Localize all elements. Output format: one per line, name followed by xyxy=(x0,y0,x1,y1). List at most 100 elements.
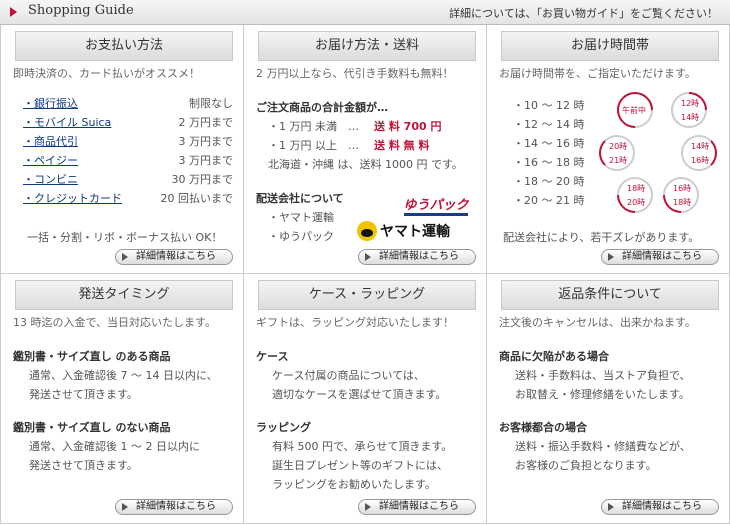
wrapping-b-line: 誕生日プレゼント等のギフトには、 xyxy=(272,459,448,472)
returns-panel: 返品条件について 注文後のキャンセルは、出来かねます。 商品に欠陥がある場合 送… xyxy=(487,274,729,523)
delivery-title: お届け方法・送料 xyxy=(258,31,476,61)
svg-text:ゆうパック: ゆうパック xyxy=(403,198,469,213)
more-info-button[interactable]: 詳細情報はこちら xyxy=(115,499,233,515)
more-info-label: 詳細情報はこちら xyxy=(622,251,702,262)
payment-limit: 制限なし xyxy=(189,97,233,110)
time-slot: ・18 ～ 20 時 xyxy=(513,175,585,188)
shipping-title: 発送タイミング xyxy=(15,280,233,310)
time-title: お届け時間帯 xyxy=(501,31,719,61)
wrapping-a-line: ケース付属の商品については、 xyxy=(272,369,425,382)
clock-icon: 18時 20時 xyxy=(609,169,661,221)
time-slot: ・16 ～ 18 時 xyxy=(513,156,585,169)
returns-a-line: 送料・手数料は、当ストア負担で、 xyxy=(515,369,691,382)
wrapping-b-line: 有料 500 円で、承らせて頂きます。 xyxy=(272,440,453,453)
payment-link-cod[interactable]: ・商品代引 xyxy=(23,135,78,148)
clock-icon: 20時 21時 xyxy=(599,135,635,171)
shipping-lead: 13 時迄の入金で、当日対応いたします。 xyxy=(13,316,216,329)
shipping-panel: 発送タイミング 13 時迄の入金で、当日対応いたします。 鑑別書・サイズ直し の… xyxy=(1,274,244,523)
time-slot: ・12 ～ 14 時 xyxy=(513,118,585,131)
header-bar: Shopping Guide 詳細については、「お買い物ガイド」をご覧ください！ xyxy=(0,0,730,25)
more-info-label: 詳細情報はこちら xyxy=(379,501,459,512)
carrier-item: ・ヤマト運輸 xyxy=(268,211,334,224)
payment-link-convenience[interactable]: ・コンビニ xyxy=(23,173,78,186)
wrapping-b-line: ラッピングをお勧めいたします。 xyxy=(272,478,436,491)
triangle-right-icon xyxy=(608,503,614,511)
time-slot: ・14 ～ 16 時 xyxy=(513,137,585,150)
list-item: ・商品代引 3 万円まで xyxy=(23,133,233,152)
more-info-label: 詳細情報はこちら xyxy=(136,251,216,262)
list-item: ・モバイル Suica 2 万円まで xyxy=(23,114,233,133)
shipping-b-line: 通常、入金確認後 1 ～ 2 日以内に xyxy=(29,440,200,453)
guide-grid: お支払い方法 即時決済の、カード払いがオススメ！ ・銀行振込 制限なし ・モバイル… xyxy=(0,25,730,524)
returns-a-title: 商品に欠陥がある場合 xyxy=(499,350,609,363)
payment-link-suica[interactable]: ・モバイル Suica xyxy=(23,116,111,129)
payment-list: ・銀行振込 制限なし ・モバイル Suica 2 万円まで ・商品代引 3 万円まで … xyxy=(23,95,233,209)
payment-link-bank[interactable]: ・銀行振込 xyxy=(23,97,78,110)
wrapping-b-title: ラッピング xyxy=(256,421,311,434)
header-note: 詳細については、「お買い物ガイド」をご覧ください！ xyxy=(449,7,718,20)
more-info-button[interactable]: 詳細情報はこちら xyxy=(358,499,476,515)
returns-b-line: お客様のご負担となります。 xyxy=(515,459,657,472)
more-info-label: 詳細情報はこちら xyxy=(136,501,216,512)
more-info-button[interactable]: 詳細情報はこちら xyxy=(601,499,719,515)
shipping-b-line: 発送させて頂きます。 xyxy=(29,459,138,472)
payment-lead: 即時決済の、カード払いがオススメ！ xyxy=(13,67,200,80)
delivery-time-panel: お届け時間帯 お届け時間帯を、ご指定いただけます。 ・10 ～ 12 時 ・12… xyxy=(487,25,729,274)
wrapping-a-line: 適切なケースを選ばせて頂きます。 xyxy=(272,388,447,401)
returns-lead: 注文後のキャンセルは、出来かねます。 xyxy=(499,316,696,329)
svg-text:ヤマト運輸: ヤマト運輸 xyxy=(380,223,451,240)
clock-icon: 16時 18時 xyxy=(655,169,707,221)
time-slot: ・20 ～ 21 時 xyxy=(513,194,585,207)
yamato-logo: ヤマト運輸 xyxy=(357,221,451,241)
shipping-b-title: 鑑別書・サイズ直し のない商品 xyxy=(13,421,171,434)
wrapping-a-title: ケース xyxy=(256,350,289,363)
payment-title: お支払い方法 xyxy=(15,31,233,61)
list-item: ・銀行振込 制限なし xyxy=(23,95,233,114)
delivery-row2-value: 送 料 無 料 xyxy=(374,139,430,152)
clock-icon: 午前中 xyxy=(609,84,661,136)
header-title: Shopping Guide xyxy=(28,3,134,18)
triangle-right-icon xyxy=(122,253,128,261)
clock-icon: 14時 16時 xyxy=(681,135,717,171)
triangle-right-icon xyxy=(608,253,614,261)
payment-link-payeasy[interactable]: ・ペイジー xyxy=(23,154,78,167)
time-foot: 配送会社により、若干ズレがあります。 xyxy=(503,231,700,244)
shipping-a-line: 通常、入金確認後 7 ～ 14 日以内に、 xyxy=(29,369,218,382)
delivery-row1-value: 送 料 700 円 xyxy=(374,120,442,133)
wrapping-panel: ケース・ラッピング ギフトは、ラッピング対応いたします！ ケース ケース付属の商… xyxy=(244,274,487,523)
returns-title: 返品条件について xyxy=(501,280,719,310)
more-info-label: 詳細情報はこちら xyxy=(622,501,702,512)
returns-a-line: お取替え・修理修繕をいたします。 xyxy=(515,388,690,401)
shipping-a-title: 鑑別書・サイズ直し のある商品 xyxy=(13,350,171,363)
delivery-remote: 北海道・沖縄 は、送料 1000 円 です。 xyxy=(268,158,463,171)
delivery-lead: 2 万円以上なら、代引き手数料も無料！ xyxy=(256,67,454,80)
arrow-right-icon xyxy=(10,7,17,17)
yu-pack-logo: ゆうパック xyxy=(398,195,474,216)
payment-link-credit[interactable]: ・クレジットカード xyxy=(23,192,122,205)
time-slot: ・10 ～ 12 時 xyxy=(513,99,585,112)
time-lead: お届け時間帯を、ご指定いただけます。 xyxy=(499,67,696,80)
more-info-button[interactable]: 詳細情報はこちら xyxy=(115,249,233,265)
list-item: ・コンビニ 30 万円まで xyxy=(23,171,233,190)
returns-b-title: お客様都合の場合 xyxy=(499,421,587,434)
more-info-label: 詳細情報はこちら xyxy=(379,251,459,262)
delivery-row2-label: ・1 万円 以上 … xyxy=(268,139,359,152)
payment-limit: 3 万円まで xyxy=(178,135,234,148)
wrapping-title: ケース・ラッピング xyxy=(258,280,476,310)
list-item: ・ペイジー 3 万円まで xyxy=(23,152,233,171)
triangle-right-icon xyxy=(365,253,371,261)
shipping-a-line: 発送させて頂きます。 xyxy=(29,388,138,401)
carrier-item: ・ゆうパック xyxy=(268,230,334,243)
list-item: ・クレジットカード 20 回払いまで xyxy=(23,190,233,209)
shopping-guide: Shopping Guide 詳細については、「お買い物ガイド」をご覧ください！… xyxy=(0,0,730,525)
more-info-button[interactable]: 詳細情報はこちら xyxy=(358,249,476,265)
delivery-row1-label: ・1 万円 未満 … xyxy=(268,120,359,133)
payment-foot: 一括・分割・リボ・ボーナス払い OK！ xyxy=(27,231,223,244)
carrier-label: 配送会社について xyxy=(256,192,344,205)
payment-limit: 3 万円まで xyxy=(178,154,234,167)
payment-panel: お支払い方法 即時決済の、カード払いがオススメ！ ・銀行振込 制限なし ・モバイル… xyxy=(1,25,244,274)
wrapping-lead: ギフトは、ラッピング対応いたします！ xyxy=(256,316,454,329)
payment-limit: 20 回払いまで xyxy=(160,192,234,205)
more-info-button[interactable]: 詳細情報はこちら xyxy=(601,249,719,265)
payment-limit: 30 万円まで xyxy=(171,173,234,186)
